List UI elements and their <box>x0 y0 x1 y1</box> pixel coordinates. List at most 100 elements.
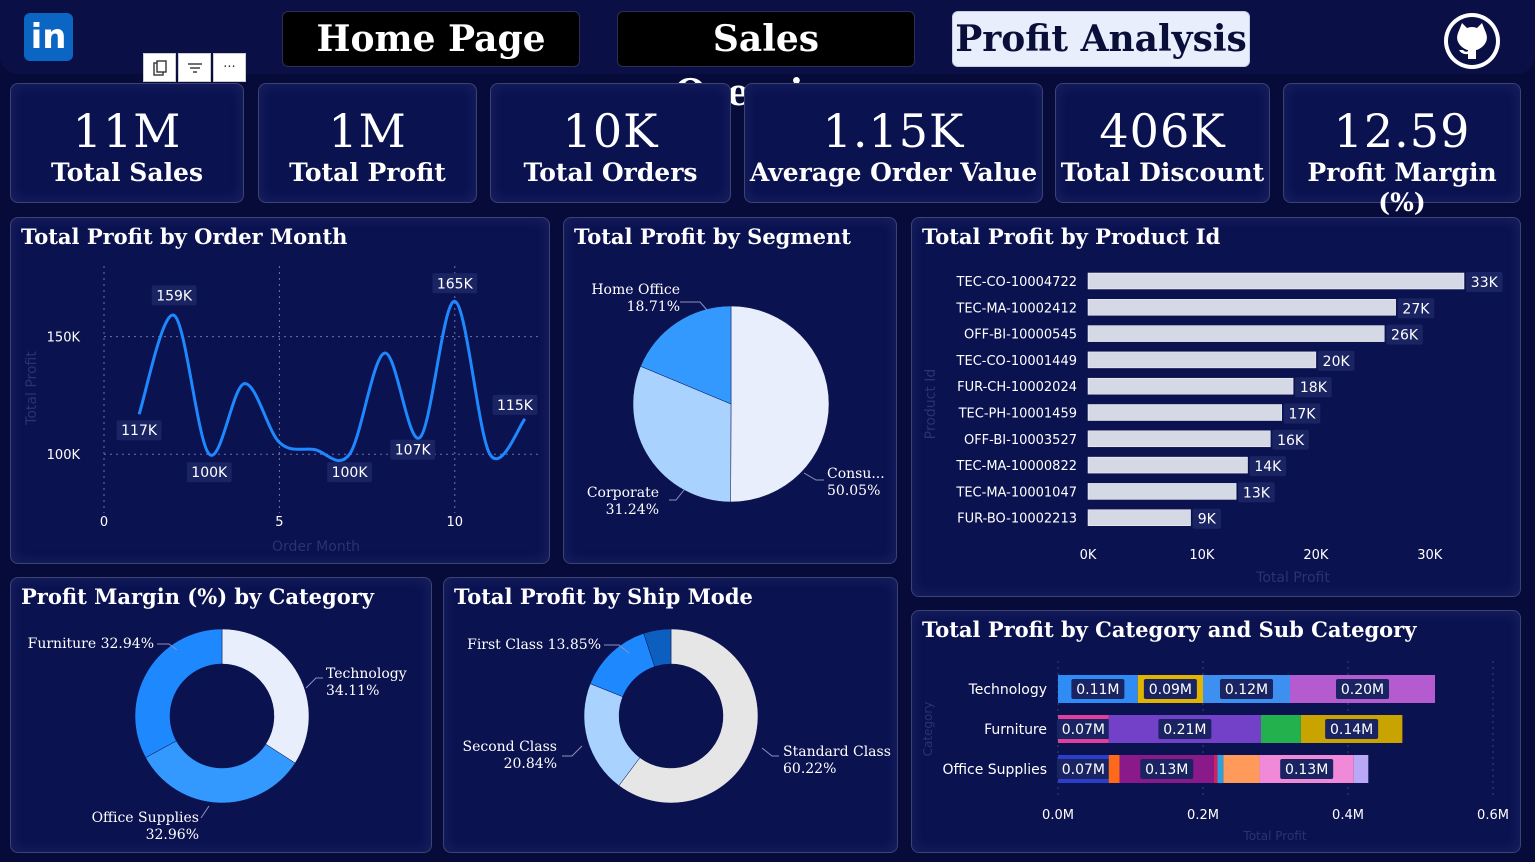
bar <box>1087 483 1237 500</box>
panel-margin-by-category[interactable]: Profit Margin (%) by Category Technology… <box>10 577 432 853</box>
data-label: 165K <box>437 276 474 292</box>
kpi-total-sales: 11M Total Sales <box>10 83 244 203</box>
bar <box>1087 509 1191 526</box>
more-options-icon[interactable]: ··· <box>213 53 246 82</box>
leader-line <box>305 677 323 689</box>
kpi-value: 1.15K <box>822 104 965 158</box>
kpi-label: Total Sales <box>50 158 204 187</box>
data-label: 26K <box>1391 328 1419 344</box>
data-label: 9K <box>1198 512 1217 528</box>
linkedin-icon[interactable]: in <box>24 13 73 61</box>
data-label: 16K <box>1277 433 1305 449</box>
data-label: 0.12M <box>1225 682 1268 698</box>
donut-chart: Standard Class60.22% Second Class20.84% Fi… <box>463 628 891 804</box>
y-axis-label: Category <box>921 702 935 757</box>
kpi-value: 11M <box>72 104 182 158</box>
category-label: Furniture <box>984 722 1047 738</box>
data-label: 14K <box>1254 459 1282 475</box>
slice-percent: 34.11% <box>326 683 379 699</box>
y-tick-label: 100K <box>47 448 81 463</box>
kpi-average-order-value: 1.15K Average Order Value <box>744 83 1043 203</box>
filter-icon[interactable] <box>178 53 211 82</box>
data-label: 0.07M <box>1062 762 1105 778</box>
tab-sales-overview[interactable]: Sales Overview <box>617 11 915 114</box>
bar <box>1087 456 1248 474</box>
panel-profit-by-ship-mode[interactable]: Total Profit by Ship Mode Standard Class… <box>443 577 898 853</box>
slice-label: Second Class <box>463 739 557 755</box>
bar-segment <box>1223 755 1260 783</box>
bar-segment <box>1108 755 1120 783</box>
x-tick-label: 0.6M <box>1477 808 1509 823</box>
category-label: TEC-CO-10001449 <box>956 354 1077 369</box>
kpi-label: Total Orders <box>523 158 698 187</box>
data-label: 0.13M <box>1285 762 1328 778</box>
data-label: 0.11M <box>1076 682 1119 698</box>
leader-line <box>669 489 685 501</box>
category-label: TEC-PH-10001459 <box>958 407 1077 422</box>
data-label: 18K <box>1300 380 1328 396</box>
panel-profit-by-month[interactable]: Total Profit by Order Month 0 5 10 100K 150K… <box>10 217 550 564</box>
bar-segment <box>1213 755 1218 783</box>
bar <box>1087 325 1385 342</box>
bar-chart: TEC-CO-10004722 33K TEC-MA-10002412 27K OFF-… <box>923 272 1503 586</box>
x-tick-label: 10K <box>1189 548 1215 563</box>
x-axis-label: Order Month <box>272 539 360 555</box>
data-label: 0.14M <box>1330 722 1373 738</box>
category-label: FUR-BO-10002213 <box>957 512 1077 527</box>
panel-profit-by-segment[interactable]: Total Profit by Segment Consu... 50.05% Co… <box>563 217 897 564</box>
bar <box>1087 272 1465 290</box>
kpi-total-orders: 10K Total Orders <box>490 83 731 203</box>
x-tick-label: 30K <box>1417 548 1443 563</box>
slice-percent: 50.05% <box>827 483 880 499</box>
data-label: 115K <box>497 398 534 414</box>
stacked-bar-chart: 0.0M 0.2M 0.4M 0.6M Total Profit Category Tech… <box>921 661 1509 843</box>
pie-slice <box>730 305 830 503</box>
tab-profit-analysis[interactable]: Profit Analysis <box>952 11 1250 67</box>
copy-icon[interactable] <box>143 53 176 82</box>
slice-label: Corporate <box>587 485 659 501</box>
kpi-value: 406K <box>1099 104 1226 158</box>
kpi-label: Total Discount <box>1060 158 1265 187</box>
bar-segment <box>1353 755 1369 783</box>
category-label: Technology <box>968 682 1047 698</box>
github-icon[interactable] <box>1442 11 1502 71</box>
category-label: Office Supplies <box>942 762 1047 778</box>
category-label: TEC-CO-10004722 <box>956 275 1077 290</box>
bar <box>1087 430 1271 448</box>
kpi-total-discount: 406K Total Discount <box>1055 83 1270 203</box>
bar-segment <box>1261 715 1301 743</box>
x-tick-label: 5 <box>275 515 283 530</box>
visual-toolbar: ··· <box>143 53 246 82</box>
x-tick-label: 0 <box>100 515 108 530</box>
x-tick-label: 20K <box>1303 548 1329 563</box>
kpi-label: Average Order Value <box>749 158 1038 187</box>
kpi-value: 1M <box>328 104 407 158</box>
slice-percent: 31.24% <box>606 502 659 518</box>
data-label: 33K <box>1471 275 1499 291</box>
slice-label: First Class 13.85% <box>467 637 601 653</box>
leader-line <box>680 301 708 311</box>
tab-home-page[interactable]: Home Page <box>282 11 580 67</box>
y-axis-label: Product Id <box>923 369 939 440</box>
leader-line <box>761 747 779 757</box>
data-label: 0.21M <box>1163 722 1206 738</box>
donut-chart: Technology34.11% Office Supplies32.96% Fur… <box>28 628 407 843</box>
data-label: 107K <box>395 443 432 459</box>
data-label: 100K <box>332 465 369 481</box>
panel-profit-by-subcategory[interactable]: Total Profit by Category and Sub Categor… <box>911 610 1521 853</box>
slice-percent: 60.22% <box>783 761 836 777</box>
bar-segment <box>1217 755 1224 783</box>
kpi-profit-margin: 12.59 Profit Margin (%) <box>1283 83 1521 217</box>
x-tick-label: 0.2M <box>1187 808 1219 823</box>
panel-profit-by-product[interactable]: Total Profit by Product Id TEC-CO-100047… <box>911 217 1521 597</box>
y-axis-label: Total Profit <box>24 351 40 426</box>
bar <box>1087 351 1317 369</box>
x-axis-label: Total Profit <box>1242 829 1306 843</box>
category-label: TEC-MA-10000822 <box>955 459 1077 474</box>
y-tick-label: 150K <box>47 331 81 346</box>
pie-slice <box>145 740 296 804</box>
x-tick-label: 0K <box>1080 548 1097 563</box>
kpi-value: 12.59 <box>1333 104 1471 158</box>
data-label: 20K <box>1323 354 1351 370</box>
kpi-total-profit: 1M Total Profit <box>258 83 477 203</box>
